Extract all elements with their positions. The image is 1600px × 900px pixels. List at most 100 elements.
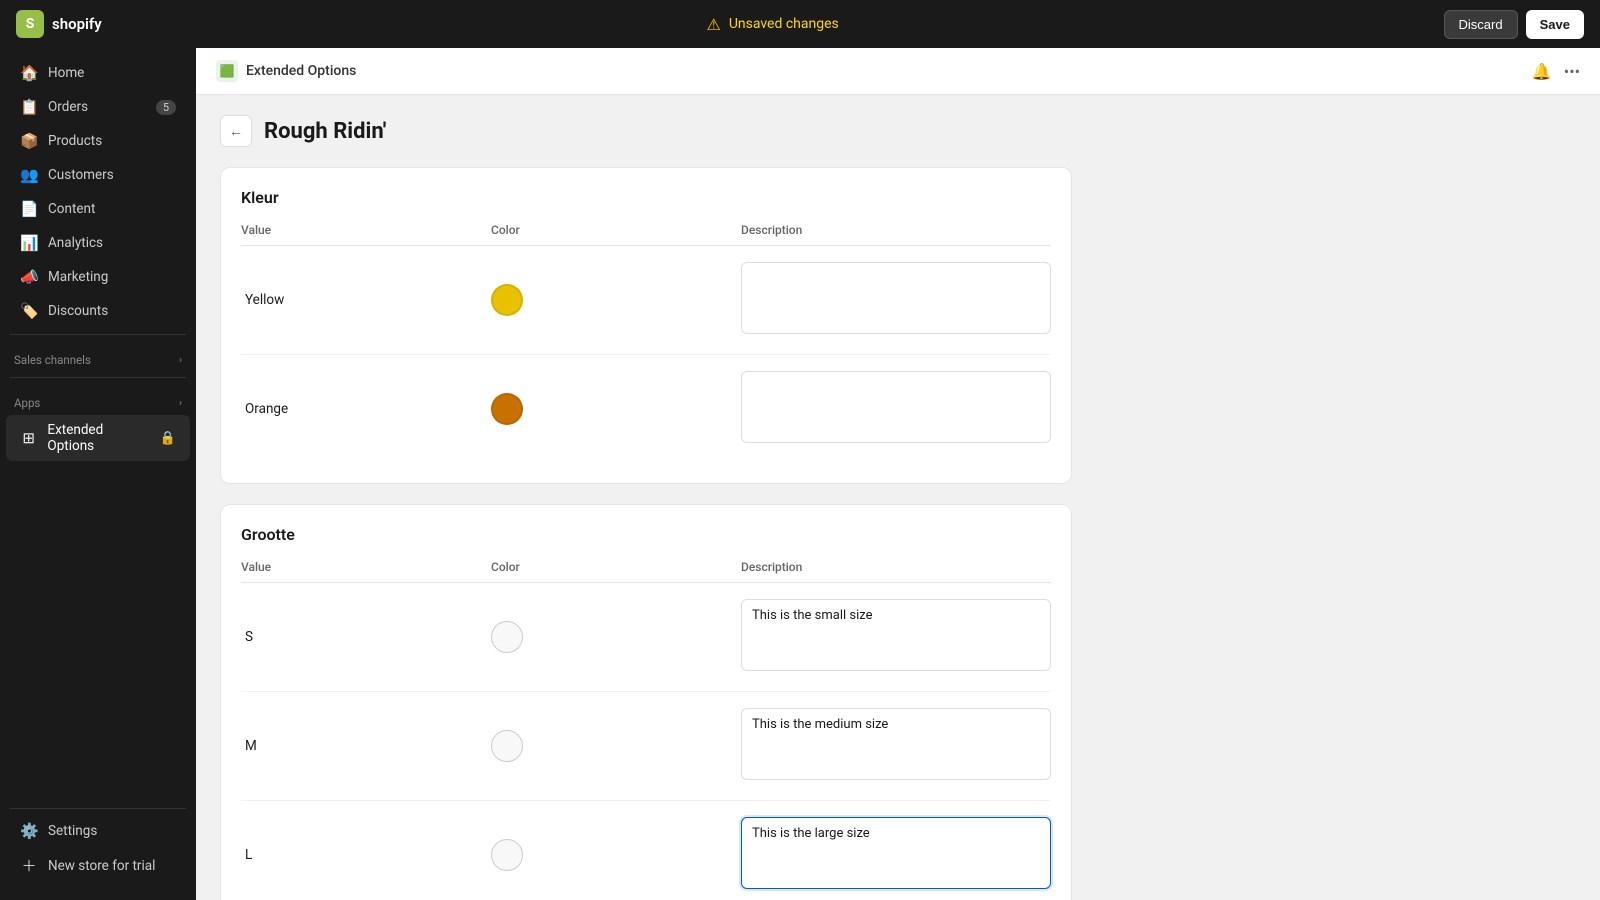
marketing-icon: 📣 — [20, 268, 38, 286]
color-cell — [491, 284, 741, 316]
sidebar-item-label: Marketing — [48, 269, 108, 285]
sidebar-item-new-store[interactable]: ＋ New store for trial — [6, 848, 190, 883]
discard-button[interactable]: Discard — [1444, 10, 1518, 39]
kleur-card: Kleur Value Color Description Yellow — [220, 167, 1072, 484]
sidebar-bottom: ⚙️ Settings ＋ New store for trial — [0, 802, 196, 892]
save-button[interactable]: Save — [1526, 10, 1584, 39]
apps-label: Apps — [14, 396, 40, 410]
sidebar: 🏠 Home 📋 Orders 5 📦 Products 👥 Customers… — [0, 48, 196, 900]
apps-section[interactable]: Apps › — [0, 384, 196, 414]
table-row: Yellow — [241, 246, 1051, 355]
subheader-title: Extended Options — [246, 63, 356, 79]
page: ← Rough Ridin' Kleur Value Color Descrip… — [196, 95, 1096, 900]
sidebar-item-content[interactable]: 📄 Content — [6, 193, 190, 225]
color-cell — [491, 730, 741, 762]
shopify-wordmark: shopify — [52, 15, 102, 33]
grootte-col-description: Description — [741, 560, 1051, 574]
sidebar-item-discounts[interactable]: 🏷️ Discounts — [6, 295, 190, 327]
description-cell: This is the medium size — [741, 708, 1051, 784]
description-textarea-orange[interactable] — [741, 371, 1051, 443]
description-textarea-m[interactable]: This is the medium size — [741, 708, 1051, 780]
customers-icon: 👥 — [20, 166, 38, 184]
grootte-card-title: Grootte — [241, 525, 1051, 544]
grootte-col-value: Value — [241, 560, 491, 574]
home-icon: 🏠 — [20, 64, 38, 82]
kleur-table-header: Value Color Description — [241, 223, 1051, 246]
kleur-col-value: Value — [241, 223, 491, 237]
chevron-right-icon: › — [179, 355, 182, 366]
color-cell — [491, 621, 741, 653]
page-title: Rough Ridin' — [264, 119, 386, 144]
sidebar-item-extended-options[interactable]: ⊞ Extended Options 🔒 — [6, 415, 190, 461]
sidebar-item-label: Discounts — [48, 303, 108, 319]
value-cell: L — [241, 847, 491, 863]
main-content: 🟩 Extended Options 🔔 ••• ← Rough Ridin' … — [196, 48, 1600, 900]
color-swatch-yellow[interactable] — [491, 284, 523, 316]
description-cell: This is the large size — [741, 817, 1051, 893]
sidebar-item-label: Orders — [48, 99, 88, 115]
sidebar-item-products[interactable]: 📦 Products — [6, 125, 190, 157]
unsaved-changes-label: Unsaved changes — [729, 16, 839, 32]
value-cell: Orange — [241, 401, 491, 417]
value-cell: S — [241, 629, 491, 645]
color-swatch-s[interactable] — [491, 621, 523, 653]
chevron-right-icon-2: › — [179, 398, 182, 409]
description-cell — [741, 262, 1051, 338]
table-row: M This is the medium size — [241, 692, 1051, 801]
main-layout: 🏠 Home 📋 Orders 5 📦 Products 👥 Customers… — [0, 48, 1600, 900]
extended-options-icon: ⊞ — [20, 429, 37, 447]
sidebar-item-label: Settings — [48, 823, 97, 839]
sidebar-item-label: Products — [48, 133, 102, 149]
description-cell: This is the small size — [741, 599, 1051, 675]
subheader-left: 🟩 Extended Options — [216, 60, 356, 82]
description-textarea-s[interactable]: This is the small size — [741, 599, 1051, 671]
lock-icon: 🔒 — [160, 431, 176, 446]
shopify-logo: S shopify — [16, 10, 102, 38]
table-row: S This is the small size — [241, 583, 1051, 692]
sidebar-item-label: Content — [48, 201, 95, 217]
sidebar-divider-2 — [10, 377, 186, 378]
kleur-card-title: Kleur — [241, 188, 1051, 207]
content-icon: 📄 — [20, 200, 38, 218]
sidebar-item-marketing[interactable]: 📣 Marketing — [6, 261, 190, 293]
sidebar-item-settings[interactable]: ⚙️ Settings — [6, 815, 190, 847]
color-cell — [491, 839, 741, 871]
description-textarea-l[interactable]: This is the large size — [741, 817, 1051, 889]
sidebar-item-label: Extended Options — [47, 422, 149, 454]
sidebar-item-label: Customers — [48, 167, 114, 183]
bell-icon[interactable]: 🔔 — [1532, 62, 1552, 81]
color-swatch-l[interactable] — [491, 839, 523, 871]
sales-channels-label: Sales channels — [14, 353, 91, 367]
unsaved-changes-indicator: ⚠ Unsaved changes — [706, 15, 838, 34]
sidebar-item-label: New store for trial — [48, 858, 155, 874]
sidebar-item-label: Home — [48, 65, 84, 81]
grootte-col-color: Color — [491, 560, 741, 574]
sidebar-item-analytics[interactable]: 📊 Analytics — [6, 227, 190, 259]
table-row: Orange — [241, 355, 1051, 463]
sidebar-item-home[interactable]: 🏠 Home — [6, 57, 190, 89]
warning-icon: ⚠ — [706, 15, 720, 34]
grootte-table-header: Value Color Description — [241, 560, 1051, 583]
sidebar-item-orders[interactable]: 📋 Orders 5 — [6, 91, 190, 123]
page-title-row: ← Rough Ridin' — [220, 115, 1072, 147]
color-swatch-orange[interactable] — [491, 393, 523, 425]
color-cell — [491, 393, 741, 425]
subheader: 🟩 Extended Options 🔔 ••• — [196, 48, 1600, 95]
description-cell — [741, 371, 1051, 447]
more-options-icon[interactable]: ••• — [1564, 62, 1580, 81]
topbar-actions: Discard Save — [1444, 10, 1584, 39]
discounts-icon: 🏷️ — [20, 302, 38, 320]
back-button[interactable]: ← — [220, 115, 252, 147]
sidebar-item-label: Analytics — [48, 235, 103, 251]
orders-icon: 📋 — [20, 98, 38, 116]
sidebar-item-customers[interactable]: 👥 Customers — [6, 159, 190, 191]
sidebar-divider-1 — [10, 334, 186, 335]
kleur-col-color: Color — [491, 223, 741, 237]
value-cell: Yellow — [241, 292, 491, 308]
products-icon: 📦 — [20, 132, 38, 150]
description-textarea-yellow[interactable] — [741, 262, 1051, 334]
color-swatch-m[interactable] — [491, 730, 523, 762]
sales-channels-section[interactable]: Sales channels › — [0, 341, 196, 371]
subheader-right: 🔔 ••• — [1532, 62, 1580, 81]
kleur-col-description: Description — [741, 223, 1051, 237]
